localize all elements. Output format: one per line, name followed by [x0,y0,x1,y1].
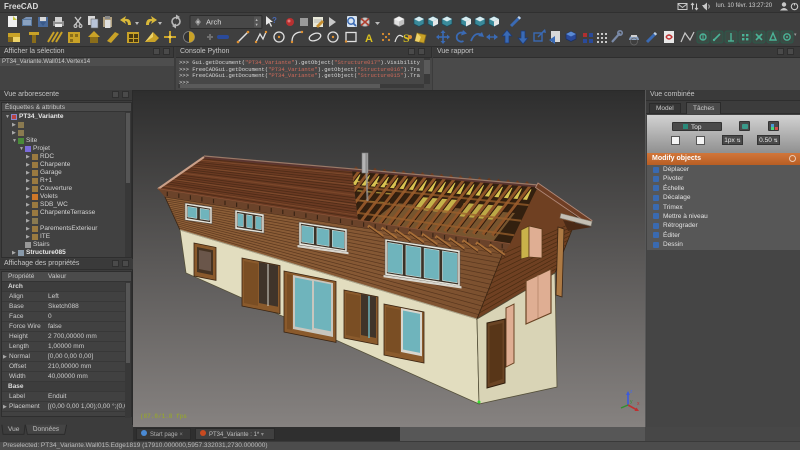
svg-text:A: A [365,33,373,45]
svg-text:Arch: Arch [206,18,221,27]
svg-text:S: S [403,31,410,45]
svg-text:z: z [630,389,633,395]
svg-text:▾: ▾ [794,32,797,38]
svg-text:x: x [637,401,640,407]
svg-text:(87.0/1.8 fps: (87.0/1.8 fps [140,413,187,420]
svg-text:?: ? [272,16,277,25]
svg-text:y: y [630,399,633,405]
